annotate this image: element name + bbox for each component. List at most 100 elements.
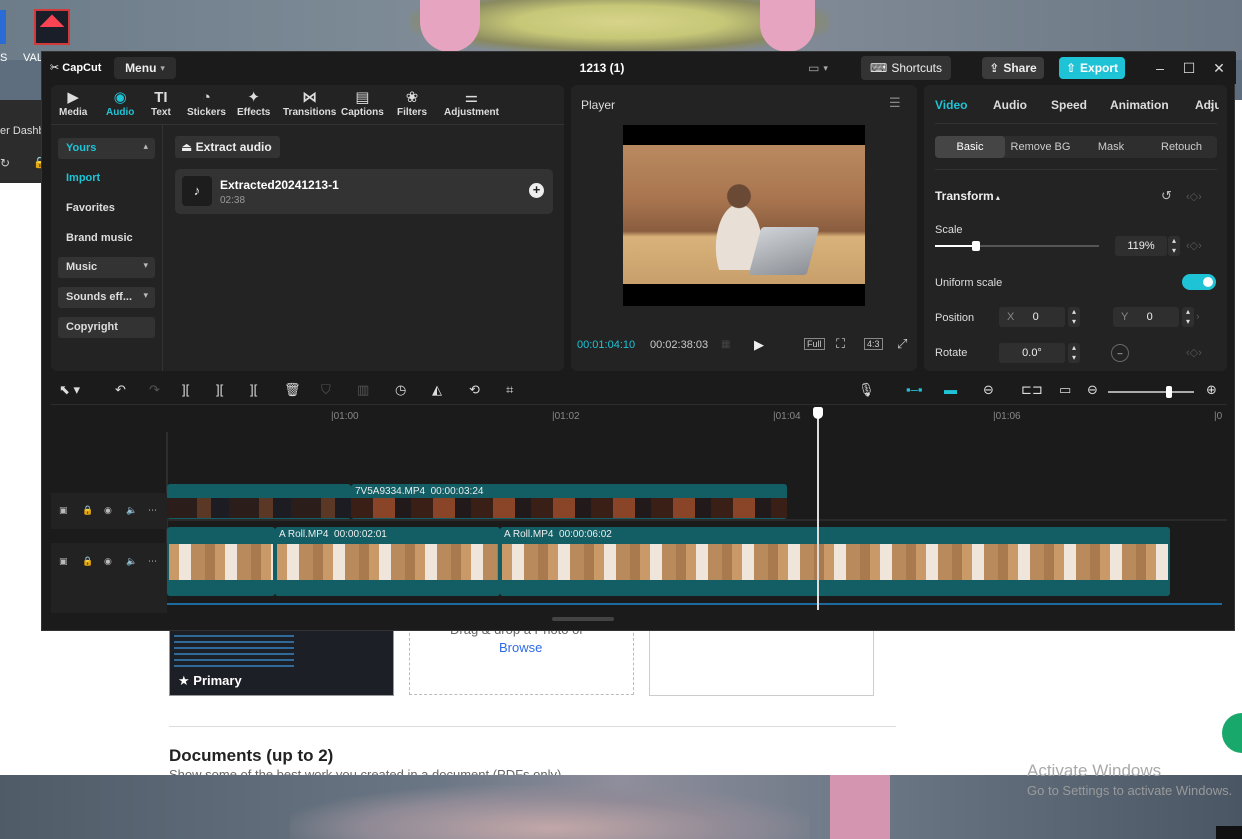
close-icon[interactable]: ✕ bbox=[1211, 60, 1227, 77]
tab-effects[interactable]: ✦ Effects bbox=[237, 89, 270, 118]
share-button[interactable]: ⇪ Share bbox=[982, 57, 1044, 79]
category-yours[interactable]: Yours ▴ bbox=[58, 138, 155, 159]
maximize-icon[interactable]: ☐ bbox=[1181, 60, 1197, 77]
desktop-icon-partial[interactable] bbox=[0, 10, 6, 44]
play-icon[interactable]: ▶ bbox=[754, 337, 764, 353]
category-brand-music[interactable]: Brand music bbox=[58, 228, 155, 249]
video-preview[interactable] bbox=[623, 125, 865, 306]
audio-track-line[interactable] bbox=[167, 603, 1222, 605]
freeze-icon[interactable]: ▥ bbox=[357, 382, 369, 398]
cover-icon[interactable]: ▣ bbox=[59, 556, 68, 567]
transform-header[interactable]: Transform ▴ bbox=[935, 189, 1000, 203]
overlay-clip[interactable]: 7V5A9334.MP4 00:00:03:24 bbox=[351, 484, 787, 519]
fullscreen-icon[interactable]: ⤢ bbox=[897, 336, 907, 352]
overlay-clip[interactable] bbox=[167, 484, 351, 519]
category-sounds-eff[interactable]: Sounds eff... ▾ bbox=[58, 287, 155, 308]
zoom-slider[interactable] bbox=[1108, 391, 1194, 393]
tab-adjustment[interactable]: ⚌ Adjustment bbox=[444, 89, 499, 118]
scale-slider-handle[interactable] bbox=[972, 241, 980, 251]
keyframe-icon[interactable]: ‹◇› bbox=[1186, 239, 1202, 252]
category-favorites[interactable]: Favorites bbox=[58, 198, 155, 219]
rotate-icon[interactable]: ⟲ bbox=[469, 382, 480, 398]
keyframe-icon[interactable]: ‹◇› bbox=[1186, 190, 1202, 203]
rotate-dial-icon[interactable]: – bbox=[1111, 344, 1129, 362]
tab-audio[interactable]: ◉ Audio bbox=[106, 89, 134, 118]
position-x-input[interactable]: X0 bbox=[999, 307, 1065, 327]
minimize-icon[interactable]: – bbox=[1152, 60, 1168, 76]
undo-icon[interactable]: ↶ bbox=[115, 382, 126, 398]
reload-icon[interactable]: ↻ bbox=[0, 156, 10, 170]
eye-icon[interactable]: ◉ bbox=[104, 505, 112, 516]
timeline-scrollbar[interactable] bbox=[552, 617, 614, 621]
delete-icon[interactable]: 🗑 bbox=[284, 382, 301, 398]
scale-input[interactable]: 119% bbox=[1115, 236, 1167, 256]
crop-view-icon[interactable]: ⛶ bbox=[836, 336, 845, 352]
position-y-stepper[interactable]: ▴ ▾ bbox=[1182, 307, 1194, 327]
extract-audio-button[interactable]: ⏏ Extract audio bbox=[175, 136, 280, 158]
zoom-out-icon[interactable]: ⊖ bbox=[1087, 382, 1098, 398]
dropzone-card[interactable] bbox=[409, 628, 634, 695]
link-icon[interactable]: ⊖ bbox=[983, 382, 994, 398]
browse-link[interactable]: Browse bbox=[499, 640, 542, 655]
empty-card[interactable] bbox=[649, 628, 874, 696]
more-icon[interactable]: ⋯ bbox=[148, 505, 157, 516]
time-ruler[interactable] bbox=[167, 407, 1227, 429]
eye-icon[interactable]: ◉ bbox=[104, 556, 112, 567]
browser-tab-title[interactable]: er Dashb bbox=[0, 125, 45, 137]
lock-icon[interactable]: 🔒 bbox=[82, 505, 93, 516]
category-import[interactable]: Import bbox=[58, 168, 155, 189]
main-track-magnet-icon[interactable]: ▪‒▪ bbox=[906, 382, 922, 397]
main-clip[interactable]: A Roll.MP4 00:00:06:02 bbox=[500, 527, 1170, 596]
rotate-input[interactable]: 0.0° bbox=[999, 343, 1065, 363]
shield-icon[interactable]: ⛉ bbox=[321, 382, 331, 398]
add-icon[interactable]: + bbox=[529, 183, 544, 198]
main-clip[interactable] bbox=[167, 527, 275, 596]
speed-icon[interactable]: ◷ bbox=[395, 382, 406, 398]
subtab-mask[interactable]: Mask bbox=[1076, 136, 1146, 158]
category-copyright[interactable]: Copyright bbox=[58, 317, 155, 338]
auto-snap-icon[interactable]: ▬ bbox=[944, 382, 957, 397]
tab-filters[interactable]: ❀ Filters bbox=[397, 89, 427, 118]
layout-button[interactable]: ▭ ▾ bbox=[798, 58, 838, 78]
mirror-icon[interactable]: ◭ bbox=[432, 382, 442, 398]
tab-media[interactable]: ▶ Media bbox=[59, 89, 87, 118]
keyframe-icon[interactable]: ‹◇› bbox=[1186, 346, 1202, 359]
prop-tab-video[interactable]: Video bbox=[935, 98, 967, 112]
microphone-icon[interactable]: 🎙 bbox=[858, 382, 875, 398]
split-icon[interactable]: ][ bbox=[182, 382, 189, 397]
thumbnail-icon[interactable]: ▭ bbox=[1059, 382, 1071, 398]
rotate-stepper[interactable]: ▴ ▾ bbox=[1068, 343, 1080, 363]
prop-tab-speed[interactable]: Speed bbox=[1051, 98, 1087, 112]
lock-icon[interactable]: 🔒 bbox=[82, 556, 93, 567]
cover-icon[interactable]: ▣ bbox=[59, 505, 68, 516]
keyframe-icon[interactable]: › bbox=[1196, 311, 1200, 323]
uniform-scale-toggle[interactable] bbox=[1182, 274, 1216, 290]
shortcuts-button[interactable]: ⌨ Shortcuts bbox=[861, 56, 951, 80]
position-x-stepper[interactable]: ▴ ▾ bbox=[1068, 307, 1080, 327]
crop-icon[interactable]: ⌗ bbox=[506, 382, 513, 398]
zoom-slider-handle[interactable] bbox=[1166, 386, 1172, 398]
audio-item[interactable]: ♪ Extracted20241213-1 02:38 + bbox=[175, 169, 553, 214]
select-cursor-icon[interactable]: ⬉ ▾ bbox=[59, 382, 80, 398]
split-right-icon[interactable]: ][ bbox=[250, 382, 257, 397]
menu-button[interactable]: Menu ▾ bbox=[114, 57, 176, 79]
tab-text[interactable]: TI Text bbox=[151, 89, 171, 118]
volume-icon[interactable]: 🔈 bbox=[126, 556, 137, 567]
position-y-input[interactable]: Y0 bbox=[1113, 307, 1179, 327]
export-button[interactable]: ⇧ Export bbox=[1059, 57, 1125, 79]
valorant-icon[interactable] bbox=[34, 9, 70, 45]
ratio-button[interactable]: 4:3 bbox=[864, 338, 883, 350]
prop-tab-adjus[interactable]: Adjus bbox=[1195, 98, 1219, 112]
scale-stepper[interactable]: ▴ ▾ bbox=[1168, 236, 1180, 256]
main-clip[interactable]: A Roll.MP4 00:00:02:01 bbox=[275, 527, 500, 596]
playhead-handle[interactable] bbox=[813, 407, 823, 419]
full-button[interactable]: Full bbox=[804, 338, 825, 350]
prop-tab-animation[interactable]: Animation bbox=[1110, 98, 1169, 112]
volume-icon[interactable]: 🔈 bbox=[126, 505, 137, 516]
category-music[interactable]: Music ▾ bbox=[58, 257, 155, 278]
subtab-retouch[interactable]: Retouch bbox=[1146, 136, 1217, 158]
prop-tab-audio[interactable]: Audio bbox=[993, 98, 1027, 112]
zoom-in-icon[interactable]: ⊕ bbox=[1206, 382, 1217, 398]
reset-icon[interactable]: ↺ bbox=[1161, 188, 1172, 204]
redo-icon[interactable]: ↷ bbox=[149, 382, 160, 398]
